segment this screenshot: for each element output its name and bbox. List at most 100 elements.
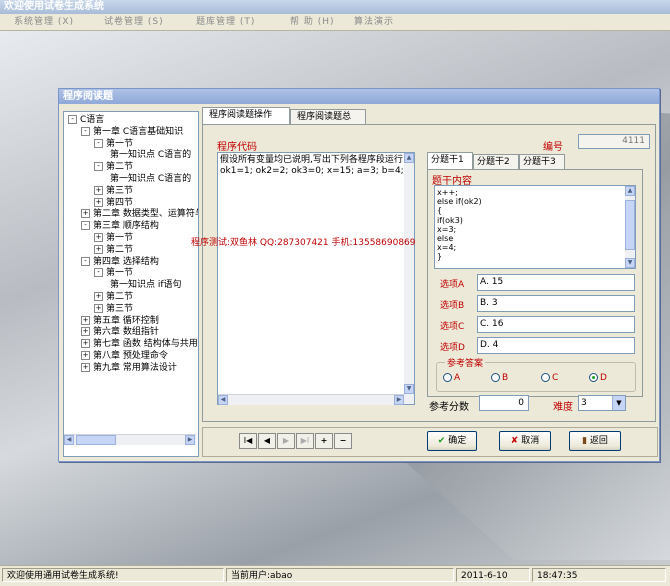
- code-hscrollbar[interactable]: ◀ ▶: [218, 394, 404, 405]
- tree-node[interactable]: + 第一节: [94, 233, 133, 244]
- stem-textarea[interactable]: x++; else if(ok2){if(ok3) x=3; else x=4;} ▲ …: [434, 185, 636, 269]
- difficulty-select[interactable]: 3 ▼: [578, 395, 626, 411]
- tree-node[interactable]: - 第二节: [94, 162, 133, 173]
- code-textarea[interactable]: 假设所有变量均已说明,写出下列各程序段运行 ok1=1; ok2=2; ok3=…: [217, 152, 415, 405]
- tree-node[interactable]: 第一知识点 if语句: [107, 280, 182, 291]
- first-record-icon[interactable]: I◀: [239, 433, 257, 449]
- collapse-icon[interactable]: -: [94, 162, 103, 172]
- scroll-up-icon[interactable]: ▲: [625, 186, 635, 196]
- tab-overview[interactable]: 程序阅读题总览: [290, 109, 366, 137]
- expand-icon[interactable]: +: [94, 244, 103, 254]
- expand-icon[interactable]: +: [81, 339, 90, 349]
- collapse-icon[interactable]: -: [68, 115, 77, 124]
- next-record-icon[interactable]: ▶: [277, 433, 295, 449]
- subtab-1[interactable]: 分题干1: [427, 152, 473, 169]
- ok-button[interactable]: ✔ 确定: [427, 431, 477, 451]
- tree-node[interactable]: 第一知识点 C语言的: [107, 174, 191, 185]
- tree-node[interactable]: + 第三节: [94, 303, 133, 315]
- tree-node[interactable]: + 第五章 循环控制: [81, 315, 159, 327]
- expand-icon[interactable]: +: [94, 185, 103, 195]
- tab-operate[interactable]: 程序阅读题操作: [202, 107, 290, 124]
- subtab-panel: 题干内容 x++; else if(ok2){if(ok3) x=3; else x=4…: [427, 169, 643, 397]
- score-label: 参考分数: [429, 402, 469, 413]
- expand-icon[interactable]: +: [94, 197, 103, 207]
- chevron-down-icon[interactable]: ▼: [612, 396, 625, 410]
- tree-node[interactable]: - 第一节: [94, 138, 133, 150]
- cancel-button[interactable]: ✘ 取消: [499, 431, 551, 451]
- subtab-2[interactable]: 分题干2: [473, 154, 519, 169]
- scroll-down-icon[interactable]: ▼: [404, 384, 414, 394]
- prev-record-icon[interactable]: ◀: [258, 433, 276, 449]
- expand-icon[interactable]: +: [94, 233, 103, 242]
- tree-node[interactable]: - 第一节: [94, 268, 133, 279]
- scroll-thumb[interactable]: [625, 200, 635, 250]
- add-record-icon[interactable]: +: [315, 433, 333, 449]
- scroll-left-icon[interactable]: ◀: [64, 435, 74, 445]
- expand-icon[interactable]: +: [81, 351, 90, 360]
- status-time: 18:47:35: [532, 568, 666, 582]
- last-record-icon[interactable]: ▶I: [296, 433, 314, 449]
- tree-node[interactable]: + 第七章 函数 结构体与共用: [81, 339, 198, 350]
- option-b-field[interactable]: B. 3: [477, 295, 635, 312]
- collapse-icon[interactable]: -: [81, 126, 90, 136]
- tree-node[interactable]: - C语言: [68, 115, 104, 126]
- subtab-3[interactable]: 分题干3: [519, 154, 565, 169]
- back-button[interactable]: ▮ 返回: [569, 431, 621, 451]
- scroll-down-icon[interactable]: ▼: [625, 258, 635, 268]
- code-line-1: 假设所有变量均已说明,写出下列各程序段运行: [220, 155, 403, 165]
- tree-node[interactable]: + 第九章 常用算法设计: [81, 362, 177, 374]
- scroll-right-icon[interactable]: ▶: [185, 435, 195, 445]
- tree-node[interactable]: + 第三节: [94, 185, 133, 197]
- code-vscrollbar[interactable]: ▲ ▼: [404, 153, 414, 404]
- collapse-icon[interactable]: -: [81, 221, 90, 231]
- answer-radio-c[interactable]: C: [541, 373, 558, 383]
- tree-node[interactable]: + 第八章 预处理命令: [81, 351, 168, 362]
- tree-hscrollbar[interactable]: ◀ ▶: [64, 434, 196, 445]
- tree-node[interactable]: - 第三章 顺序结构: [81, 221, 159, 232]
- expand-icon[interactable]: +: [94, 303, 103, 313]
- scroll-up-icon[interactable]: ▲: [404, 153, 414, 163]
- menu-system[interactable]: 系统管理 (X): [14, 15, 74, 29]
- radio-selected-icon: [589, 373, 598, 382]
- chapter-tree[interactable]: - C语言 - 第一章 C语言基础知识 - 第一节 第一知识点 C语言的 - 第二节 第一知识点 …: [63, 111, 199, 457]
- menu-question-bank[interactable]: 题库管理 (T): [196, 15, 255, 29]
- tree-node-label: 第一节: [106, 233, 134, 243]
- scroll-left-icon[interactable]: ◀: [218, 395, 228, 405]
- tree-node[interactable]: 第一知识点 C语言的: [107, 150, 191, 161]
- scroll-thumb[interactable]: [76, 435, 116, 445]
- number-field[interactable]: 4111: [578, 134, 650, 149]
- answer-radio-b[interactable]: B: [491, 373, 508, 383]
- answer-radio-a[interactable]: A: [443, 373, 460, 383]
- tree-node[interactable]: - 第四章 选择结构: [81, 256, 159, 268]
- expand-icon[interactable]: +: [81, 327, 90, 337]
- collapse-icon[interactable]: -: [94, 138, 103, 148]
- answer-radio-d[interactable]: D: [589, 373, 607, 383]
- score-field[interactable]: 0: [479, 395, 529, 411]
- expand-icon[interactable]: +: [81, 362, 90, 372]
- tree-node[interactable]: + 第二章 数据类型、运算符与: [81, 209, 198, 220]
- tree-node-label: 第一知识点 C语言的: [110, 174, 192, 184]
- stem-line: x=3;: [437, 224, 457, 234]
- delete-record-icon[interactable]: −: [334, 433, 352, 449]
- stem-line: else if(ok2): [437, 197, 482, 207]
- menu-algorithm-demo[interactable]: 算法演示: [354, 15, 394, 29]
- menu-paper[interactable]: 试卷管理 (S): [104, 15, 164, 29]
- expand-icon[interactable]: +: [81, 209, 90, 219]
- expand-icon[interactable]: +: [81, 315, 90, 325]
- expand-icon[interactable]: +: [94, 292, 103, 301]
- option-c-field[interactable]: C. 16: [477, 316, 635, 333]
- tree-node[interactable]: + 第四节: [94, 197, 133, 209]
- option-d-field[interactable]: D. 4: [477, 337, 635, 354]
- tree-node[interactable]: + 第二节: [94, 244, 133, 256]
- answer-label: 参考答案: [445, 356, 486, 369]
- collapse-icon[interactable]: -: [81, 256, 90, 266]
- tree-node[interactable]: + 第六章 数组指针: [81, 327, 159, 338]
- tree-node-label: 第一章 C语言基础知识: [93, 126, 184, 137]
- tree-node[interactable]: - 第一章 C语言基础知识: [81, 126, 184, 138]
- scroll-right-icon[interactable]: ▶: [394, 395, 404, 405]
- collapse-icon[interactable]: -: [94, 268, 103, 278]
- option-a-field[interactable]: A. 15: [477, 274, 635, 291]
- stem-vscrollbar[interactable]: ▲ ▼: [625, 186, 635, 268]
- tree-node[interactable]: + 第二节: [94, 292, 133, 303]
- menu-help[interactable]: 帮 助 (H): [290, 15, 335, 29]
